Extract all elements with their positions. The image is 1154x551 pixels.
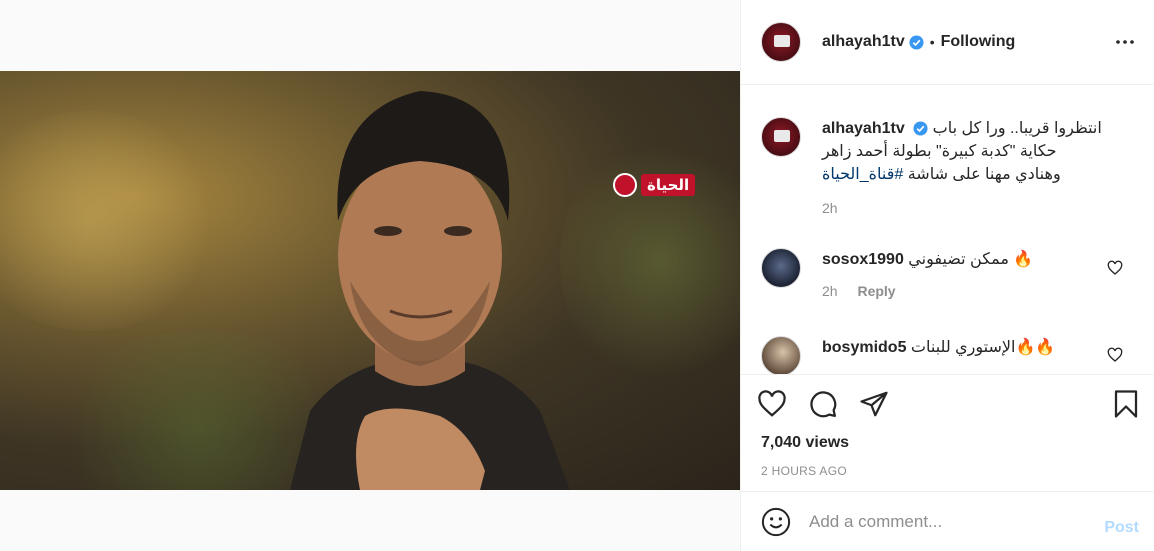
background-blur — [560, 131, 740, 391]
caption-line: وهنادي مهنا على شاشة — [907, 166, 1061, 183]
verified-badge-icon — [913, 121, 928, 136]
channel-logo-icon — [613, 173, 637, 197]
avatar[interactable] — [761, 248, 801, 288]
comment-username[interactable]: sosox1990 — [822, 251, 904, 268]
share-icon[interactable] — [859, 389, 889, 419]
comment-time[interactable]: 2h — [822, 283, 838, 299]
caption-time[interactable]: 2h — [822, 200, 838, 216]
comments-list[interactable]: alhayah1tv انتظروا قريبا.. ورا كل باب حك… — [741, 86, 1154, 374]
comment-text: الإستوري للبنات🔥🔥 — [910, 339, 1056, 356]
comment-input[interactable] — [809, 511, 1079, 532]
post-actions: 7,040 views 2 HOURS AGO — [741, 374, 1154, 491]
comment-text: ممكن تضيفوني 🔥 — [908, 251, 1034, 268]
post-button[interactable]: Post — [1104, 519, 1139, 537]
post-timestamp[interactable]: 2 HOURS AGO — [761, 464, 847, 478]
caption-line: حكاية "كدبة كبيرة" بطولة أحمد زاهر — [822, 143, 1057, 160]
post-side-panel: alhayah1tv • Following alhayah1tv انتظرو… — [740, 0, 1154, 551]
media-column: الحياة — [0, 0, 740, 551]
following-button[interactable]: Following — [941, 33, 1016, 51]
comment-icon[interactable] — [808, 389, 838, 419]
more-options-icon[interactable] — [1114, 31, 1136, 53]
caption-username[interactable]: alhayah1tv — [822, 120, 905, 137]
bookmark-icon[interactable] — [1111, 389, 1141, 419]
video-subject — [290, 91, 570, 490]
author-username[interactable]: alhayah1tv — [822, 33, 905, 51]
post-header: alhayah1tv • Following — [741, 0, 1154, 85]
comment-item: sosox1990 ممكن تضيفوني 🔥 2h Reply — [761, 248, 1122, 299]
channel-logo-text: الحياة — [641, 174, 696, 196]
verified-badge-icon — [909, 34, 924, 50]
comment-username[interactable]: bosymido5 — [822, 339, 906, 356]
separator-dot: • — [929, 34, 935, 50]
video-player[interactable]: الحياة — [0, 71, 740, 490]
avatar[interactable] — [761, 117, 801, 157]
like-comment-heart-icon[interactable] — [1107, 347, 1123, 363]
caption-line: انتظروا قريبا.. ورا كل باب — [932, 120, 1102, 137]
reply-button[interactable]: Reply — [857, 283, 895, 299]
add-comment-bar: Post — [741, 491, 1154, 551]
like-comment-heart-icon[interactable] — [1107, 260, 1123, 276]
emoji-icon[interactable] — [761, 507, 791, 537]
caption: alhayah1tv انتظروا قريبا.. ورا كل باب حك… — [761, 117, 1122, 216]
avatar[interactable] — [761, 336, 801, 374]
avatar[interactable] — [761, 22, 801, 62]
hashtag-link[interactable]: #قناة_الحياة — [822, 166, 903, 183]
views-count[interactable]: 7,040 views — [761, 434, 849, 452]
comment-item: bosymido5 الإستوري للبنات🔥🔥 — [761, 336, 1122, 374]
channel-logo: الحياة — [613, 171, 699, 199]
heart-icon[interactable] — [757, 389, 787, 419]
background-blur — [0, 111, 220, 331]
